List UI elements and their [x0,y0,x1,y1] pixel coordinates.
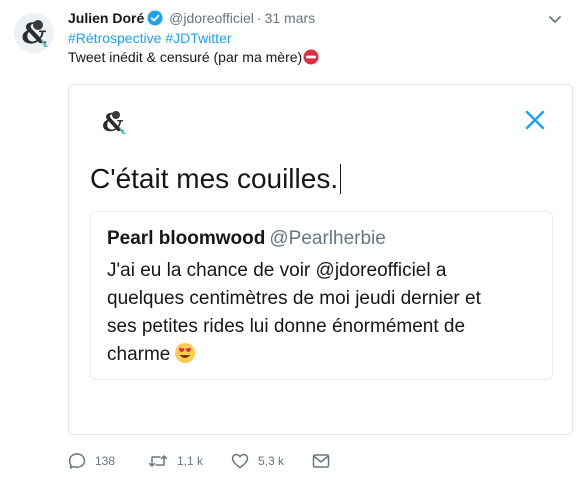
author-handle[interactable]: @jdoreofficiel [169,10,254,26]
like-count: 5,3 k [258,454,285,468]
reply-icon [68,453,86,469]
tweet-date[interactable]: 31 mars [265,10,316,26]
quoted-text-line-last: charme [107,341,547,373]
quoted-author: Pearl bloomwood @Pearlherbie [107,228,386,250]
caret-down-icon[interactable] [548,12,562,23]
ampersand-logo-icon: & [21,17,48,50]
quoted-text-line: J'ai eu la chance de voir @jdoreofficiel… [107,260,447,281]
quoted-text-line: ses petites rides lui donne énormément d… [107,316,466,337]
reply-button[interactable]: 138 [68,452,115,470]
quoted-tweet: Pearl bloomwood @Pearlherbie J'ai eu la c… [90,211,553,380]
close-icon [524,109,546,131]
hashtag-line: #Rétrospective #JDTwitter [68,29,236,47]
like-icon [231,453,249,469]
tweet-header: Julien Doré @jdoreofficiel · 31 mars [68,9,554,30]
like-button[interactable]: 5,3 k [231,452,284,470]
direct-message-icon [312,454,330,468]
direct-message-button[interactable] [312,452,339,470]
hashtag-link[interactable]: #Rétrospective [68,30,161,46]
tweet-text: Tweet inédit & censuré (par ma mère) [68,48,319,69]
retweet-icon [148,455,168,467]
hashtag-link[interactable]: #JDTwitter [165,30,231,46]
text-cursor [340,164,342,194]
retweet-button[interactable]: 1,1 k [148,452,203,470]
composer-avatar: & [99,107,129,137]
quoted-text: J'ai eu la chance de voir @jdoreofficiel… [107,257,547,373]
svg-text:&: & [21,17,46,50]
composer-text-content: C'était mes couilles. [90,163,339,194]
no-entry-icon [303,49,319,69]
tweet-media-image[interactable]: & C'était mes couilles. Pearl bloomwood @… [68,84,573,435]
author-avatar[interactable]: & [14,13,54,53]
verified-badge-icon [147,10,163,30]
author-name[interactable]: Julien Doré [68,10,144,26]
composer-text: C'était mes couilles. [90,161,342,197]
quoted-text-line: charme [107,344,171,365]
ampersand-logo-icon: & [102,108,126,137]
quoted-author-name: Pearl bloomwood [107,228,266,249]
separator: · [256,10,262,26]
reply-count: 138 [95,454,116,468]
quoted-text-line: quelques centimètres de moi jeudi dernie… [107,288,481,309]
tweet-text-content: Tweet inédit & censuré (par ma mère) [68,49,303,65]
retweet-count: 1,1 k [177,454,204,468]
quoted-author-handle: @Pearlherbie [269,228,386,249]
heart-eyes-emoji-icon [174,342,196,373]
